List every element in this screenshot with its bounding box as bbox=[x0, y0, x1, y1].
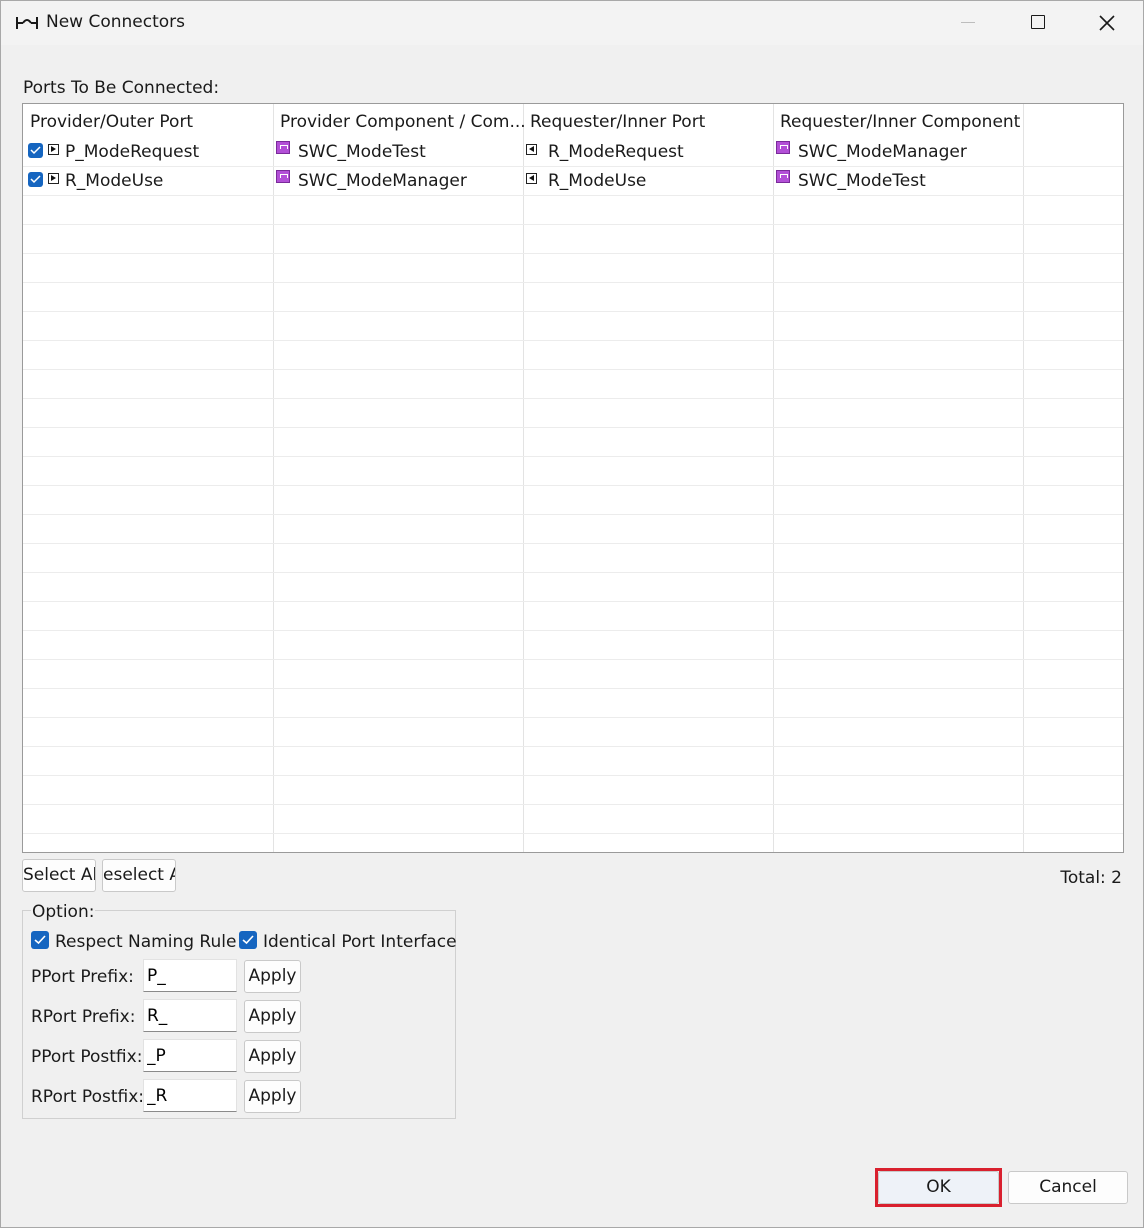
identical-port-interface-label: Identical Port Interface bbox=[263, 932, 457, 952]
empty-table-row bbox=[23, 688, 1123, 718]
empty-table-row bbox=[23, 717, 1123, 747]
empty-table-row bbox=[23, 195, 1123, 225]
pport-postfix-label: PPort Postfix: bbox=[31, 1047, 143, 1067]
ok-button[interactable]: OK bbox=[878, 1171, 999, 1204]
provider-port-icon bbox=[48, 173, 59, 184]
rport-postfix-input[interactable] bbox=[143, 1079, 237, 1112]
provider-port-cell: P_ModeRequest bbox=[65, 142, 200, 162]
window-title: New Connectors bbox=[46, 12, 186, 32]
provider-port-cell: R_ModeUse bbox=[65, 171, 164, 191]
minimize-icon[interactable] bbox=[933, 1, 1003, 45]
empty-table-row bbox=[23, 833, 1123, 852]
column-header-requester-component[interactable]: Requester/Inner Component bbox=[780, 112, 1020, 132]
provider-port-icon bbox=[48, 144, 59, 155]
column-header-requester-port[interactable]: Requester/Inner Port bbox=[530, 112, 705, 132]
cancel-button[interactable]: Cancel bbox=[1008, 1171, 1128, 1204]
row-checkbox[interactable] bbox=[28, 143, 43, 158]
empty-table-row bbox=[23, 456, 1123, 486]
column-header-provider-component[interactable]: Provider Component / Com... bbox=[280, 112, 526, 132]
option-title: Option: bbox=[31, 902, 96, 922]
title-bar: New Connectors bbox=[1, 1, 1143, 45]
empty-table-row bbox=[23, 398, 1123, 428]
identical-port-interface-checkbox[interactable] bbox=[239, 931, 257, 949]
requester-port-icon bbox=[526, 173, 537, 184]
connector-icon bbox=[15, 13, 39, 33]
pport-postfix-input[interactable] bbox=[143, 1039, 237, 1072]
pport-prefix-apply-button[interactable]: Apply bbox=[244, 960, 301, 993]
empty-table-row bbox=[23, 630, 1123, 660]
pport-prefix-input[interactable] bbox=[143, 959, 237, 992]
empty-table-row bbox=[23, 369, 1123, 399]
requester-port-cell: R_ModeRequest bbox=[548, 142, 684, 162]
empty-table-row bbox=[23, 746, 1123, 776]
component-icon bbox=[776, 170, 790, 183]
pport-postfix-apply-button[interactable]: Apply bbox=[244, 1040, 301, 1073]
requester-port-icon bbox=[526, 144, 537, 155]
empty-table-row bbox=[23, 572, 1123, 602]
empty-table-row bbox=[23, 311, 1123, 341]
requester-component-cell: SWC_ModeTest bbox=[798, 171, 926, 191]
empty-table-row bbox=[23, 543, 1123, 573]
respect-naming-rule-label: Respect Naming Rule bbox=[55, 932, 237, 952]
rport-prefix-apply-button[interactable]: Apply bbox=[244, 1000, 301, 1033]
empty-table-row bbox=[23, 601, 1123, 631]
component-icon bbox=[776, 141, 790, 154]
requester-component-cell: SWC_ModeManager bbox=[798, 142, 967, 162]
respect-naming-rule-checkbox[interactable] bbox=[31, 931, 49, 949]
empty-table-row bbox=[23, 804, 1123, 834]
empty-table-row bbox=[23, 340, 1123, 370]
close-icon[interactable] bbox=[1073, 1, 1143, 45]
rport-postfix-apply-button[interactable]: Apply bbox=[244, 1080, 301, 1113]
rport-prefix-input[interactable] bbox=[143, 999, 237, 1032]
new-connectors-dialog: New Connectors Ports To Be Connected: Pr… bbox=[0, 0, 1144, 1228]
total-count: Total: 2 bbox=[1060, 868, 1122, 888]
empty-table-row bbox=[23, 775, 1123, 805]
requester-port-cell: R_ModeUse bbox=[548, 171, 647, 191]
row-checkbox[interactable] bbox=[28, 172, 43, 187]
maximize-icon[interactable] bbox=[1003, 1, 1073, 45]
empty-table-row bbox=[23, 485, 1123, 515]
empty-table-row bbox=[23, 514, 1123, 544]
select-all-button[interactable]: Select Al bbox=[22, 859, 96, 892]
provider-component-cell: SWC_ModeTest bbox=[298, 142, 426, 162]
empty-table-row bbox=[23, 224, 1123, 254]
empty-table-row bbox=[23, 659, 1123, 689]
rport-postfix-label: RPort Postfix: bbox=[31, 1087, 144, 1107]
column-header-provider-port[interactable]: Provider/Outer Port bbox=[30, 112, 193, 132]
rport-prefix-label: RPort Prefix: bbox=[31, 1007, 136, 1027]
provider-component-cell: SWC_ModeManager bbox=[298, 171, 467, 191]
ports-table[interactable]: Provider/Outer Port Provider Component /… bbox=[22, 103, 1124, 853]
pport-prefix-label: PPort Prefix: bbox=[31, 967, 134, 987]
empty-table-row bbox=[23, 253, 1123, 283]
table-row[interactable]: P_ModeRequest SWC_ModeTest R_ModeRequest… bbox=[23, 137, 1123, 167]
ports-caption: Ports To Be Connected: bbox=[23, 78, 220, 98]
component-icon bbox=[276, 141, 290, 154]
empty-table-row bbox=[23, 427, 1123, 457]
empty-table-row bbox=[23, 282, 1123, 312]
component-icon bbox=[276, 170, 290, 183]
table-row[interactable]: R_ModeUse SWC_ModeManager R_ModeUse SWC_… bbox=[23, 166, 1123, 196]
deselect-all-button[interactable]: eselect A bbox=[102, 859, 176, 892]
